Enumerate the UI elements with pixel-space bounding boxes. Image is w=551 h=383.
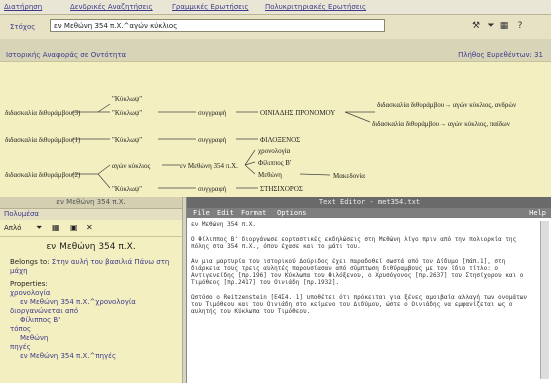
history-row: Ιστορικής Αναφοράς σε Οντότητα Πλήθος Ευ… <box>0 49 551 61</box>
graph-name-node[interactable]: ΦΙΛΟΞΕΝΟΣ <box>260 136 300 144</box>
history-label: Ιστορικής Αναφοράς σε Οντότητα <box>6 51 127 59</box>
property-value[interactable]: εν Μεθώνη 354 π.Χ.^χρονολογία <box>10 298 172 307</box>
property-key: χρονολογία <box>10 289 51 297</box>
property-value[interactable]: Φίλιππος Β' <box>10 316 172 325</box>
graph-name-node[interactable]: Φίλιππος Β' <box>258 159 291 167</box>
query-input[interactable]: εν Μεθώνη 354 π.Χ.^αγών κύκλιος <box>50 19 385 32</box>
menu-bar: Διατήρηση Δενδρικές Αναζητήσεις Γραμμικέ… <box>0 0 551 15</box>
graph-name-node[interactable]: Μεθώνη <box>258 171 282 179</box>
graph-mid-node[interactable]: "Κύκλωψ" <box>112 95 142 103</box>
editor-paragraph: Αν μια μαρτυρία του ιστορικού Δούριδος έ… <box>191 258 524 286</box>
property-key: πηγές <box>10 343 31 351</box>
editor-paragraph: Ωστόσο ο Reitzenstein [Ε4Σ4. 1] υποθέτει… <box>191 294 527 315</box>
editor-menu-file[interactable]: File <box>193 208 210 218</box>
graph-verb: συγγραφή <box>198 185 227 193</box>
relation-graph: διδασκαλία διθυράμβου(3) διδασκαλία διθυ… <box>5 95 516 193</box>
filter-icon[interactable]: ⏷ <box>36 223 42 233</box>
menu-item-tree-search[interactable]: Δενδρικές Αναζητήσεις <box>70 3 153 11</box>
belongs-label: Belongs to: <box>10 258 50 266</box>
editor-menu-help[interactable]: Help <box>529 208 546 218</box>
menu-item-retain[interactable]: Διατήρηση <box>4 3 42 11</box>
editor-menu-options[interactable]: Options <box>277 208 307 218</box>
editor-title: Text Editor - met354.txt <box>187 197 551 208</box>
property-value[interactable]: Μεθώνη <box>10 334 172 343</box>
property-value[interactable]: εν Μεθώνη 354 π.Χ.^πηγές <box>10 352 172 361</box>
graph-view: διδασκαλία διθυράμβου(3) διδασκαλία διθυ… <box>0 61 551 198</box>
graph-right-node[interactable]: διδασκαλία διθυράμβου→ αγών κύκλιος, παί… <box>372 120 510 128</box>
graph-left-node-3[interactable]: διδασκαλία διθυράμβου(3) <box>5 109 81 117</box>
grid-icon[interactable]: ▦ <box>52 223 60 232</box>
properties-label: Properties: <box>10 280 48 288</box>
graph-left-node-2[interactable]: διδασκαλία διθυράμβου(2) <box>5 171 81 179</box>
graph-name-node[interactable]: Μακεδονία <box>333 172 365 180</box>
grid-icon[interactable]: ▦ <box>498 21 510 32</box>
properties-list: εν Μεθώνη 354 π.Χ. Belongs to: Στην αυλή… <box>0 237 182 367</box>
editor-menu-format[interactable]: Format <box>241 208 266 218</box>
graph-left-node-1[interactable]: διδασκαλία διθυράμβου(1) <box>5 136 81 144</box>
save-icon[interactable]: ▣ <box>70 223 78 232</box>
editor-menu-edit[interactable]: Edit <box>217 208 234 218</box>
menu-item-multicriteria-queries[interactable]: Πολυκριτηριακές Ερωτήσεις <box>265 3 366 11</box>
graph-verb: συγγραφή <box>198 136 227 144</box>
property-key: τόπος <box>10 325 32 333</box>
text-editor-window: Text Editor - met354.txt File Edit Forma… <box>186 197 551 383</box>
editor-text[interactable]: εν Μεθώνη 354 π.Χ. Ο Φίλιππος Β' διοργάν… <box>191 221 531 376</box>
graph-right-node[interactable]: διδασκαλία διθυράμβου→ αγών κύκλιος, ανδ… <box>377 101 516 109</box>
help-icon[interactable]: ? <box>514 21 526 32</box>
entity-heading: εν Μεθώνη 354 π.Χ. <box>46 242 136 252</box>
belongs-row: Belongs to: Στην αυλή του βασιλιά Πάνω σ… <box>10 258 172 276</box>
panel-toolbar: Απλό ⏷ ▦ ▣ ✕ <box>0 220 182 237</box>
tools-icon[interactable]: ⚒ <box>470 21 482 32</box>
result-count: Πλήθος Ευρεθέντων: 31 <box>458 51 543 59</box>
graph-verb: συγγραφή <box>198 109 227 117</box>
graph-verb: εν Μεθώνη 354 π.Χ. <box>180 162 238 170</box>
graph-mid-node[interactable]: "Κύκλωψ" <box>112 136 142 144</box>
simple-view-button[interactable]: Απλό <box>4 224 21 232</box>
close-icon[interactable]: ✕ <box>86 223 93 232</box>
graph-mid-node[interactable]: "Κύκλωψ" <box>112 185 142 193</box>
filter-icon[interactable]: ⏷ <box>485 21 497 32</box>
menu-item-linear-queries[interactable]: Γραμμικές Ερωτήσεις <box>172 3 249 11</box>
editor-paragraph: εν Μεθώνη 354 π.Χ. <box>191 221 257 228</box>
panel-title: εν Μεθώνη 354 π.Χ. <box>0 197 182 209</box>
query-label: Στόχος <box>10 23 36 31</box>
editor-scrollbar[interactable] <box>540 221 549 379</box>
editor-paragraph: Ο Φίλιππος Β' διοργάνωσε εορταστικές εκδ… <box>191 236 517 250</box>
graph-name-node[interactable]: ΣΤΗΣΙΧΟΡΟΣ <box>260 185 303 193</box>
query-bar: Στόχος εν Μεθώνη 354 π.Χ.^αγών κύκλιος ⚒… <box>0 15 551 39</box>
properties-panel: εν Μεθώνη 354 π.Χ. Πολυμέσα Απλό ⏷ ▦ ▣ ✕… <box>0 197 183 383</box>
panel-subtitle: Πολυμέσα <box>0 209 182 220</box>
editor-menu: File Edit Format Options Help <box>187 208 551 218</box>
graph-mid-node[interactable]: "Κύκλωψ" <box>112 109 142 117</box>
graph-name-node[interactable]: χρονολογία <box>258 147 291 155</box>
graph-mid-node[interactable]: αγών κύκλιος <box>112 162 150 170</box>
property-key: διοργανώνεται από <box>10 307 79 315</box>
graph-name-node[interactable]: ΟΙΝΙΑΔΗΣ ΠΡΟΝΟΜΟΥ <box>260 109 335 117</box>
